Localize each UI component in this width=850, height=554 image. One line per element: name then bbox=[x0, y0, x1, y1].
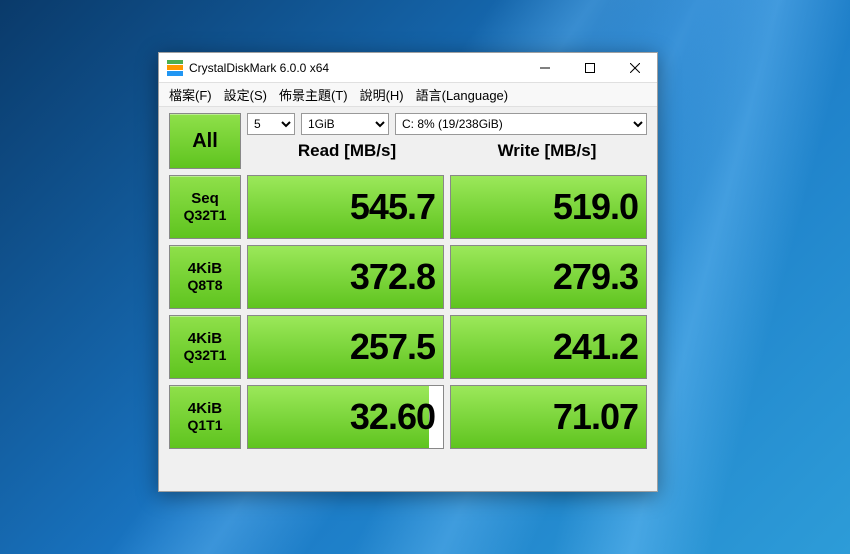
run-count-select[interactable]: 5 bbox=[247, 113, 295, 135]
write-value-cell: 279.3 bbox=[450, 245, 647, 309]
test-size-select[interactable]: 1GiB bbox=[301, 113, 389, 135]
write-value: 519.0 bbox=[553, 186, 638, 228]
read-value-cell: 372.8 bbox=[247, 245, 444, 309]
menu-settings[interactable]: 設定(S) bbox=[218, 83, 273, 106]
read-value: 545.7 bbox=[350, 186, 435, 228]
run-4k-q1t1-button[interactable]: 4KiBQ1T1 bbox=[169, 385, 241, 449]
write-value: 241.2 bbox=[553, 326, 638, 368]
result-row: 4KiBQ8T8 372.8 279.3 bbox=[169, 245, 647, 309]
header-read: Read [MB/s] bbox=[247, 141, 447, 167]
read-value-cell: 545.7 bbox=[247, 175, 444, 239]
menu-language[interactable]: 語言(Language) bbox=[410, 83, 515, 106]
maximize-button[interactable] bbox=[567, 53, 612, 83]
menu-file[interactable]: 檔案(F) bbox=[163, 83, 218, 106]
app-window: CrystalDiskMark 6.0.0 x64 檔案(F) 設定(S) 佈景… bbox=[158, 52, 658, 492]
read-value: 32.60 bbox=[350, 396, 435, 438]
result-row: 4KiBQ32T1 257.5 241.2 bbox=[169, 315, 647, 379]
close-button[interactable] bbox=[612, 53, 657, 83]
read-value-cell: 257.5 bbox=[247, 315, 444, 379]
header-write: Write [MB/s] bbox=[447, 141, 647, 167]
titlebar[interactable]: CrystalDiskMark 6.0.0 x64 bbox=[159, 53, 657, 83]
minimize-button[interactable] bbox=[522, 53, 567, 83]
run-all-button[interactable]: All bbox=[169, 113, 241, 169]
app-icon bbox=[167, 60, 183, 76]
run-seq-q32t1-button[interactable]: SeqQ32T1 bbox=[169, 175, 241, 239]
write-value-cell: 519.0 bbox=[450, 175, 647, 239]
run-4k-q32t1-button[interactable]: 4KiBQ32T1 bbox=[169, 315, 241, 379]
menu-theme[interactable]: 佈景主題(T) bbox=[273, 83, 354, 106]
run-4k-q8t8-button[interactable]: 4KiBQ8T8 bbox=[169, 245, 241, 309]
menubar: 檔案(F) 設定(S) 佈景主題(T) 說明(H) 語言(Language) bbox=[159, 83, 657, 107]
menu-help[interactable]: 說明(H) bbox=[354, 83, 410, 106]
write-value: 71.07 bbox=[553, 396, 638, 438]
result-row: SeqQ32T1 545.7 519.0 bbox=[169, 175, 647, 239]
read-value: 257.5 bbox=[350, 326, 435, 368]
write-value: 279.3 bbox=[553, 256, 638, 298]
results-grid: SeqQ32T1 545.7 519.0 4KiBQ8T8 372.8 bbox=[169, 175, 647, 449]
content-area: All 5 1GiB C: 8% (19/238GiB) Read [MB/s]… bbox=[159, 107, 657, 491]
read-value-cell: 32.60 bbox=[247, 385, 444, 449]
read-value: 372.8 bbox=[350, 256, 435, 298]
write-value-cell: 71.07 bbox=[450, 385, 647, 449]
write-value-cell: 241.2 bbox=[450, 315, 647, 379]
result-row: 4KiBQ1T1 32.60 71.07 bbox=[169, 385, 647, 449]
window-title: CrystalDiskMark 6.0.0 x64 bbox=[189, 61, 329, 75]
drive-select[interactable]: C: 8% (19/238GiB) bbox=[395, 113, 647, 135]
